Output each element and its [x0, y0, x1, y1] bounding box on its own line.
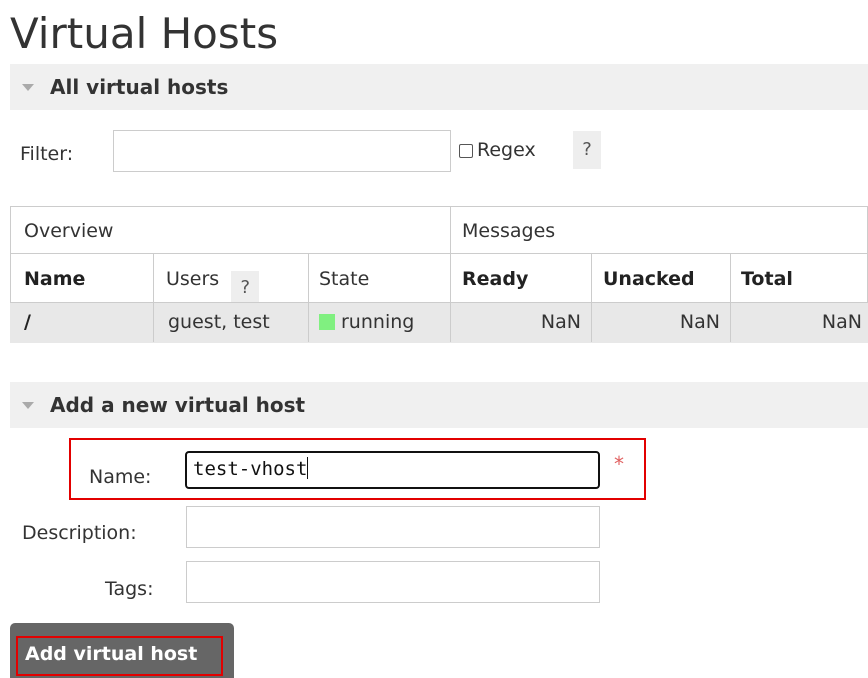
group-header-overview: Overview — [10, 206, 451, 254]
column-header-users-label: Users — [166, 268, 220, 290]
users-help-button[interactable]: ? — [231, 271, 260, 302]
all-vhosts-section-toggle[interactable]: All virtual hosts — [10, 64, 868, 110]
column-header-total[interactable]: Total — [731, 254, 868, 302]
column-header-name[interactable]: Name — [10, 254, 154, 302]
group-header-messages: Messages — [451, 206, 868, 254]
column-header-users: Users ? — [154, 254, 309, 302]
name-input[interactable]: test-vhost — [185, 451, 600, 489]
row-name-link[interactable]: / — [10, 302, 154, 342]
row-state: running — [309, 302, 451, 342]
page-title: Virtual Hosts — [10, 9, 279, 58]
regex-help-button[interactable]: ? — [573, 131, 601, 169]
regex-checkbox[interactable] — [459, 144, 473, 158]
description-input[interactable] — [186, 506, 600, 548]
row-state-label: running — [341, 311, 415, 333]
column-header-ready[interactable]: Ready — [451, 254, 592, 302]
row-users: guest, test — [154, 302, 309, 342]
add-vhost-section-title: Add a new virtual host — [50, 393, 306, 417]
filter-label: Filter: — [20, 143, 74, 165]
state-running-indicator — [319, 314, 335, 330]
description-label: Description: — [22, 522, 137, 544]
row-total: NaN — [821, 311, 862, 333]
row-unacked: NaN — [592, 302, 731, 342]
collapse-triangle-icon — [22, 401, 34, 409]
column-header-unacked[interactable]: Unacked — [592, 254, 731, 302]
text-caret — [307, 457, 309, 479]
add-vhost-section-toggle[interactable]: Add a new virtual host — [10, 382, 868, 428]
column-header-state[interactable]: State — [309, 254, 451, 302]
add-virtual-host-button-label: Add virtual host — [25, 643, 198, 665]
name-label: Name: — [89, 466, 152, 488]
tags-input[interactable] — [186, 561, 600, 603]
all-vhosts-section-title: All virtual hosts — [50, 75, 229, 99]
name-input-value: test-vhost — [193, 458, 308, 480]
row-ready: NaN — [451, 302, 592, 342]
collapse-triangle-icon — [22, 83, 34, 91]
regex-label: Regex — [477, 139, 536, 161]
required-marker: * — [614, 452, 624, 476]
filter-input[interactable] — [113, 130, 451, 172]
tags-label: Tags: — [105, 578, 154, 600]
